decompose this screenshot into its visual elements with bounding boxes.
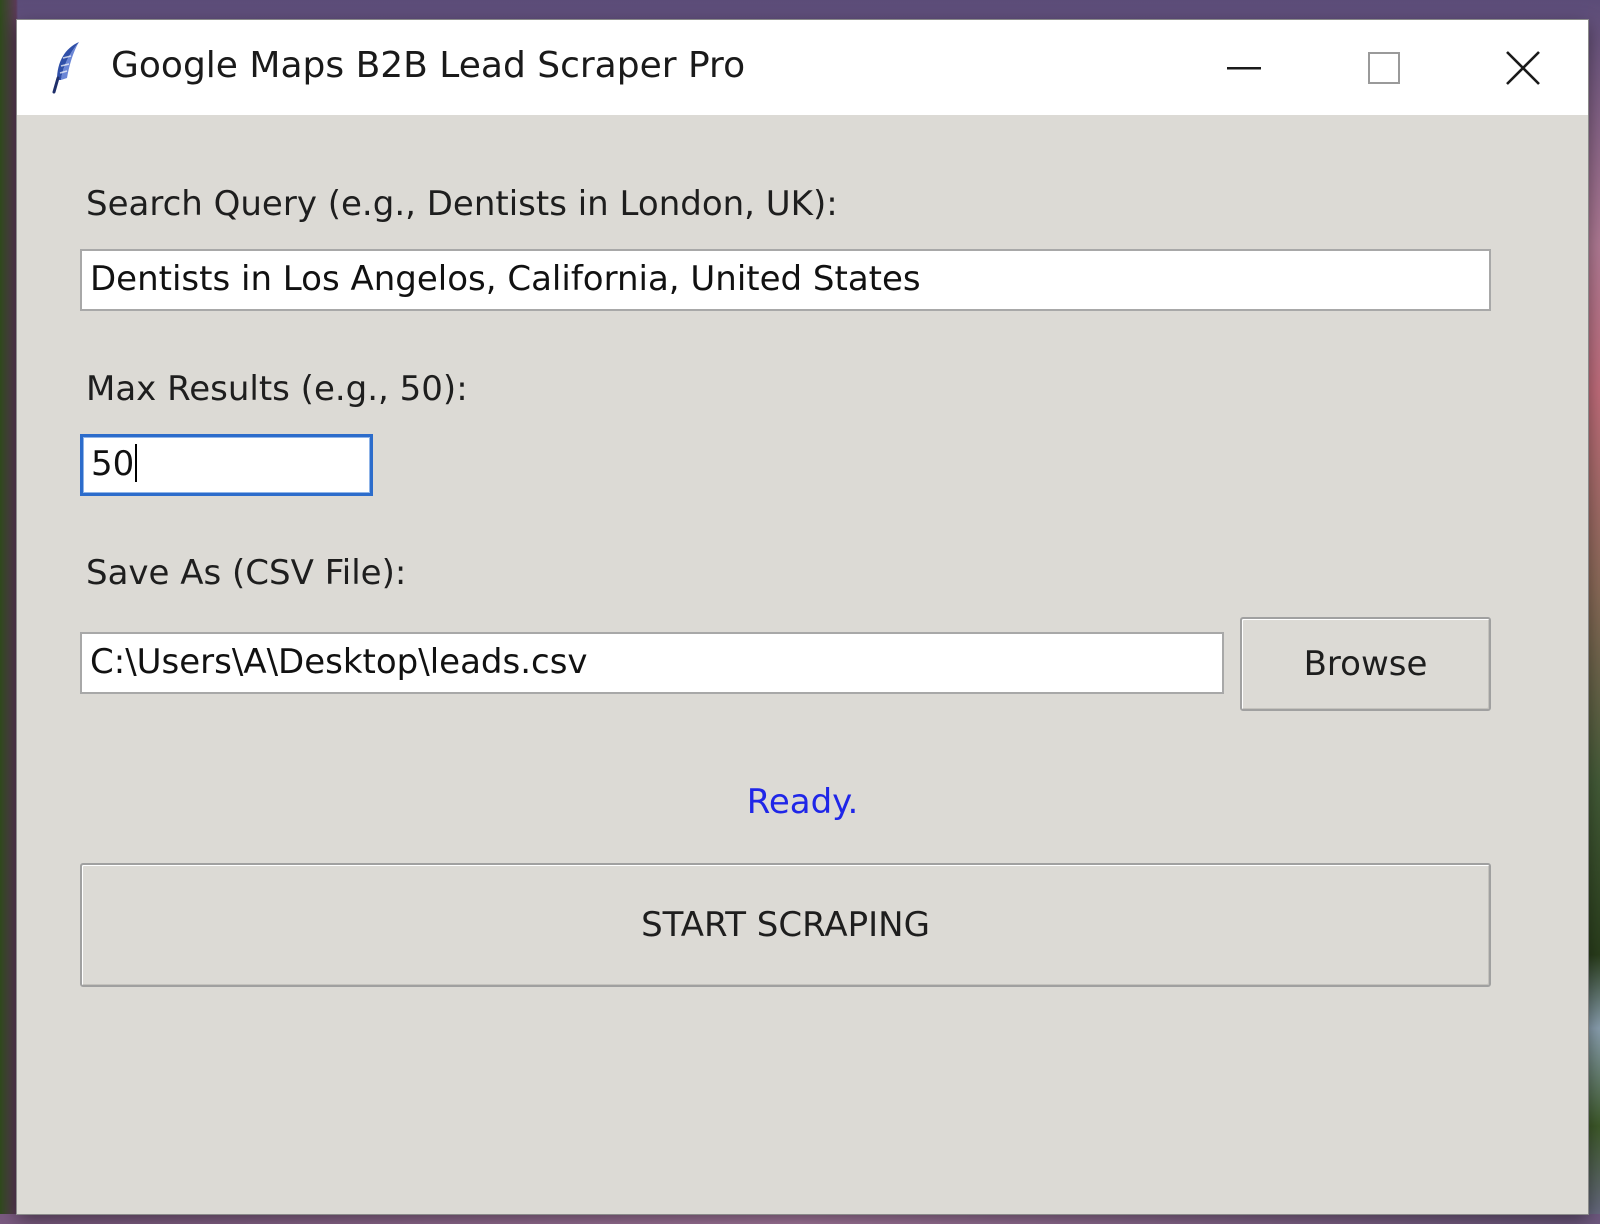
max-results-label: Max Results (e.g., 50): xyxy=(86,369,468,409)
title-bar[interactable]: Google Maps B2B Lead Scraper Pro xyxy=(17,20,1588,115)
search-query-label: Search Query (e.g., Dentists in London, … xyxy=(86,184,838,224)
app-window: Google Maps B2B Lead Scraper Pro Search … xyxy=(17,20,1588,1214)
desktop-background-right xyxy=(1588,0,1600,1224)
start-scraping-button[interactable]: START SCRAPING xyxy=(80,863,1491,987)
minimize-button[interactable] xyxy=(1179,20,1309,115)
desktop-background-bottom xyxy=(0,1214,1600,1224)
browse-button[interactable]: Browse xyxy=(1240,617,1491,711)
max-results-value: 50 xyxy=(91,444,135,484)
search-query-value: Dentists in Los Angelos, California, Uni… xyxy=(90,259,921,299)
feather-icon xyxy=(51,40,85,94)
close-button[interactable] xyxy=(1458,20,1588,115)
start-scraping-label: START SCRAPING xyxy=(641,905,930,945)
maximize-icon xyxy=(1368,51,1400,84)
maximize-button[interactable] xyxy=(1319,20,1449,115)
status-text: Ready. xyxy=(746,782,859,822)
save-path-input[interactable]: C:\Users\A\Desktop\leads.csv xyxy=(80,632,1224,694)
window-title: Google Maps B2B Lead Scraper Pro xyxy=(111,45,746,86)
max-results-input[interactable]: 50 xyxy=(80,434,373,496)
text-cursor xyxy=(135,443,138,482)
close-icon xyxy=(1506,50,1540,85)
save-as-label: Save As (CSV File): xyxy=(86,553,407,593)
minimize-icon xyxy=(1227,66,1261,69)
save-path-value: C:\Users\A\Desktop\leads.csv xyxy=(90,642,588,682)
browse-button-label: Browse xyxy=(1303,644,1428,684)
search-query-input[interactable]: Dentists in Los Angelos, California, Uni… xyxy=(80,249,1491,311)
